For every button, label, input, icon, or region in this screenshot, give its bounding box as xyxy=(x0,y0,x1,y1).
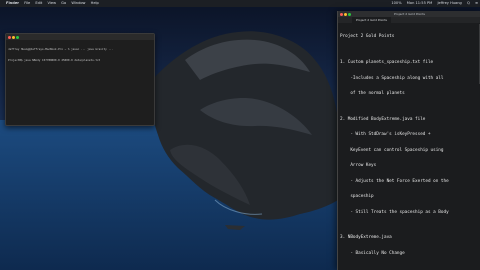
editor-line: - Adjusts the Net Force Exerted on the xyxy=(340,178,449,184)
spotlight-search-icon[interactable]: Q xyxy=(467,1,470,5)
menu-file[interactable]: File xyxy=(24,1,30,5)
tab-project-2-gold-points[interactable]: Project 2 Gold Points xyxy=(352,17,391,23)
editor-line: of the normal planets xyxy=(340,91,405,97)
control-center-icon[interactable]: ≡ xyxy=(475,1,478,5)
editor-line: 2. Modified BodyExtreme.java file xyxy=(340,116,426,122)
text-editor-window[interactable]: Project 2 Gold Points Project 2 Gold Poi… xyxy=(337,11,480,270)
terminal-titlebar[interactable] xyxy=(6,34,154,40)
editor-line: - Still Treats the spaceship as a Body xyxy=(340,209,449,215)
editor-line: Project 2 Gold Points xyxy=(340,34,395,40)
editor-line: -Includes a Spaceship along with all xyxy=(340,75,444,81)
editor-line: 1. Custom planets_spaceship.txt file xyxy=(340,60,434,66)
zoom-button[interactable] xyxy=(348,12,351,16)
menu-view[interactable]: View xyxy=(47,1,56,5)
terminal-window[interactable]: Jeffrey Huang@Jeffreys-MacBook-Pro ~ % j… xyxy=(5,33,155,126)
close-button[interactable] xyxy=(8,35,11,39)
minimize-button[interactable] xyxy=(344,12,347,16)
minimize-button[interactable] xyxy=(12,35,15,39)
zoom-button[interactable] xyxy=(16,35,19,39)
editor-line: - Basically No Change xyxy=(340,250,405,256)
editor-line: spaceship xyxy=(340,194,374,200)
editor-line: KeyEvent can control Spaceship using xyxy=(340,147,444,153)
terminal-line: Jeffrey Huang@Jeffreys-MacBook-Pro ~ % j… xyxy=(8,47,114,52)
terminal-line: ProjectB$ java NBody 157788000.0 25000.0… xyxy=(8,57,101,62)
editor-line: Arrow Keys xyxy=(340,163,377,169)
editor-text-area[interactable]: Project 2 Gold Points 1. Custom planets_… xyxy=(340,24,479,270)
clock[interactable]: Mon 11:55 PM xyxy=(407,1,433,5)
editor-line: - With StdDraw's isKeyPressed + xyxy=(340,132,431,138)
editor-window-title: Project 2 Gold Points xyxy=(394,12,425,16)
app-menu-finder[interactable]: Finder xyxy=(6,1,19,5)
menu-edit[interactable]: Edit xyxy=(35,1,42,5)
battery-status[interactable]: 100% xyxy=(391,1,401,5)
editor-line: 3. NBodyExtreme.java xyxy=(340,235,392,241)
editor-tab-bar: Project 2 Gold Points xyxy=(338,17,480,23)
menu-go[interactable]: Go xyxy=(61,1,66,5)
menu-window[interactable]: Window xyxy=(71,1,85,5)
close-button[interactable] xyxy=(340,12,343,16)
terminal-output[interactable]: Jeffrey Huang@Jeffreys-MacBook-Pro ~ % j… xyxy=(6,40,154,71)
menu-help[interactable]: Help xyxy=(91,1,99,5)
menu-bar: Finder File Edit View Go Window Help 100… xyxy=(0,0,480,7)
user-name[interactable]: Jeffrey Huang xyxy=(437,1,461,5)
